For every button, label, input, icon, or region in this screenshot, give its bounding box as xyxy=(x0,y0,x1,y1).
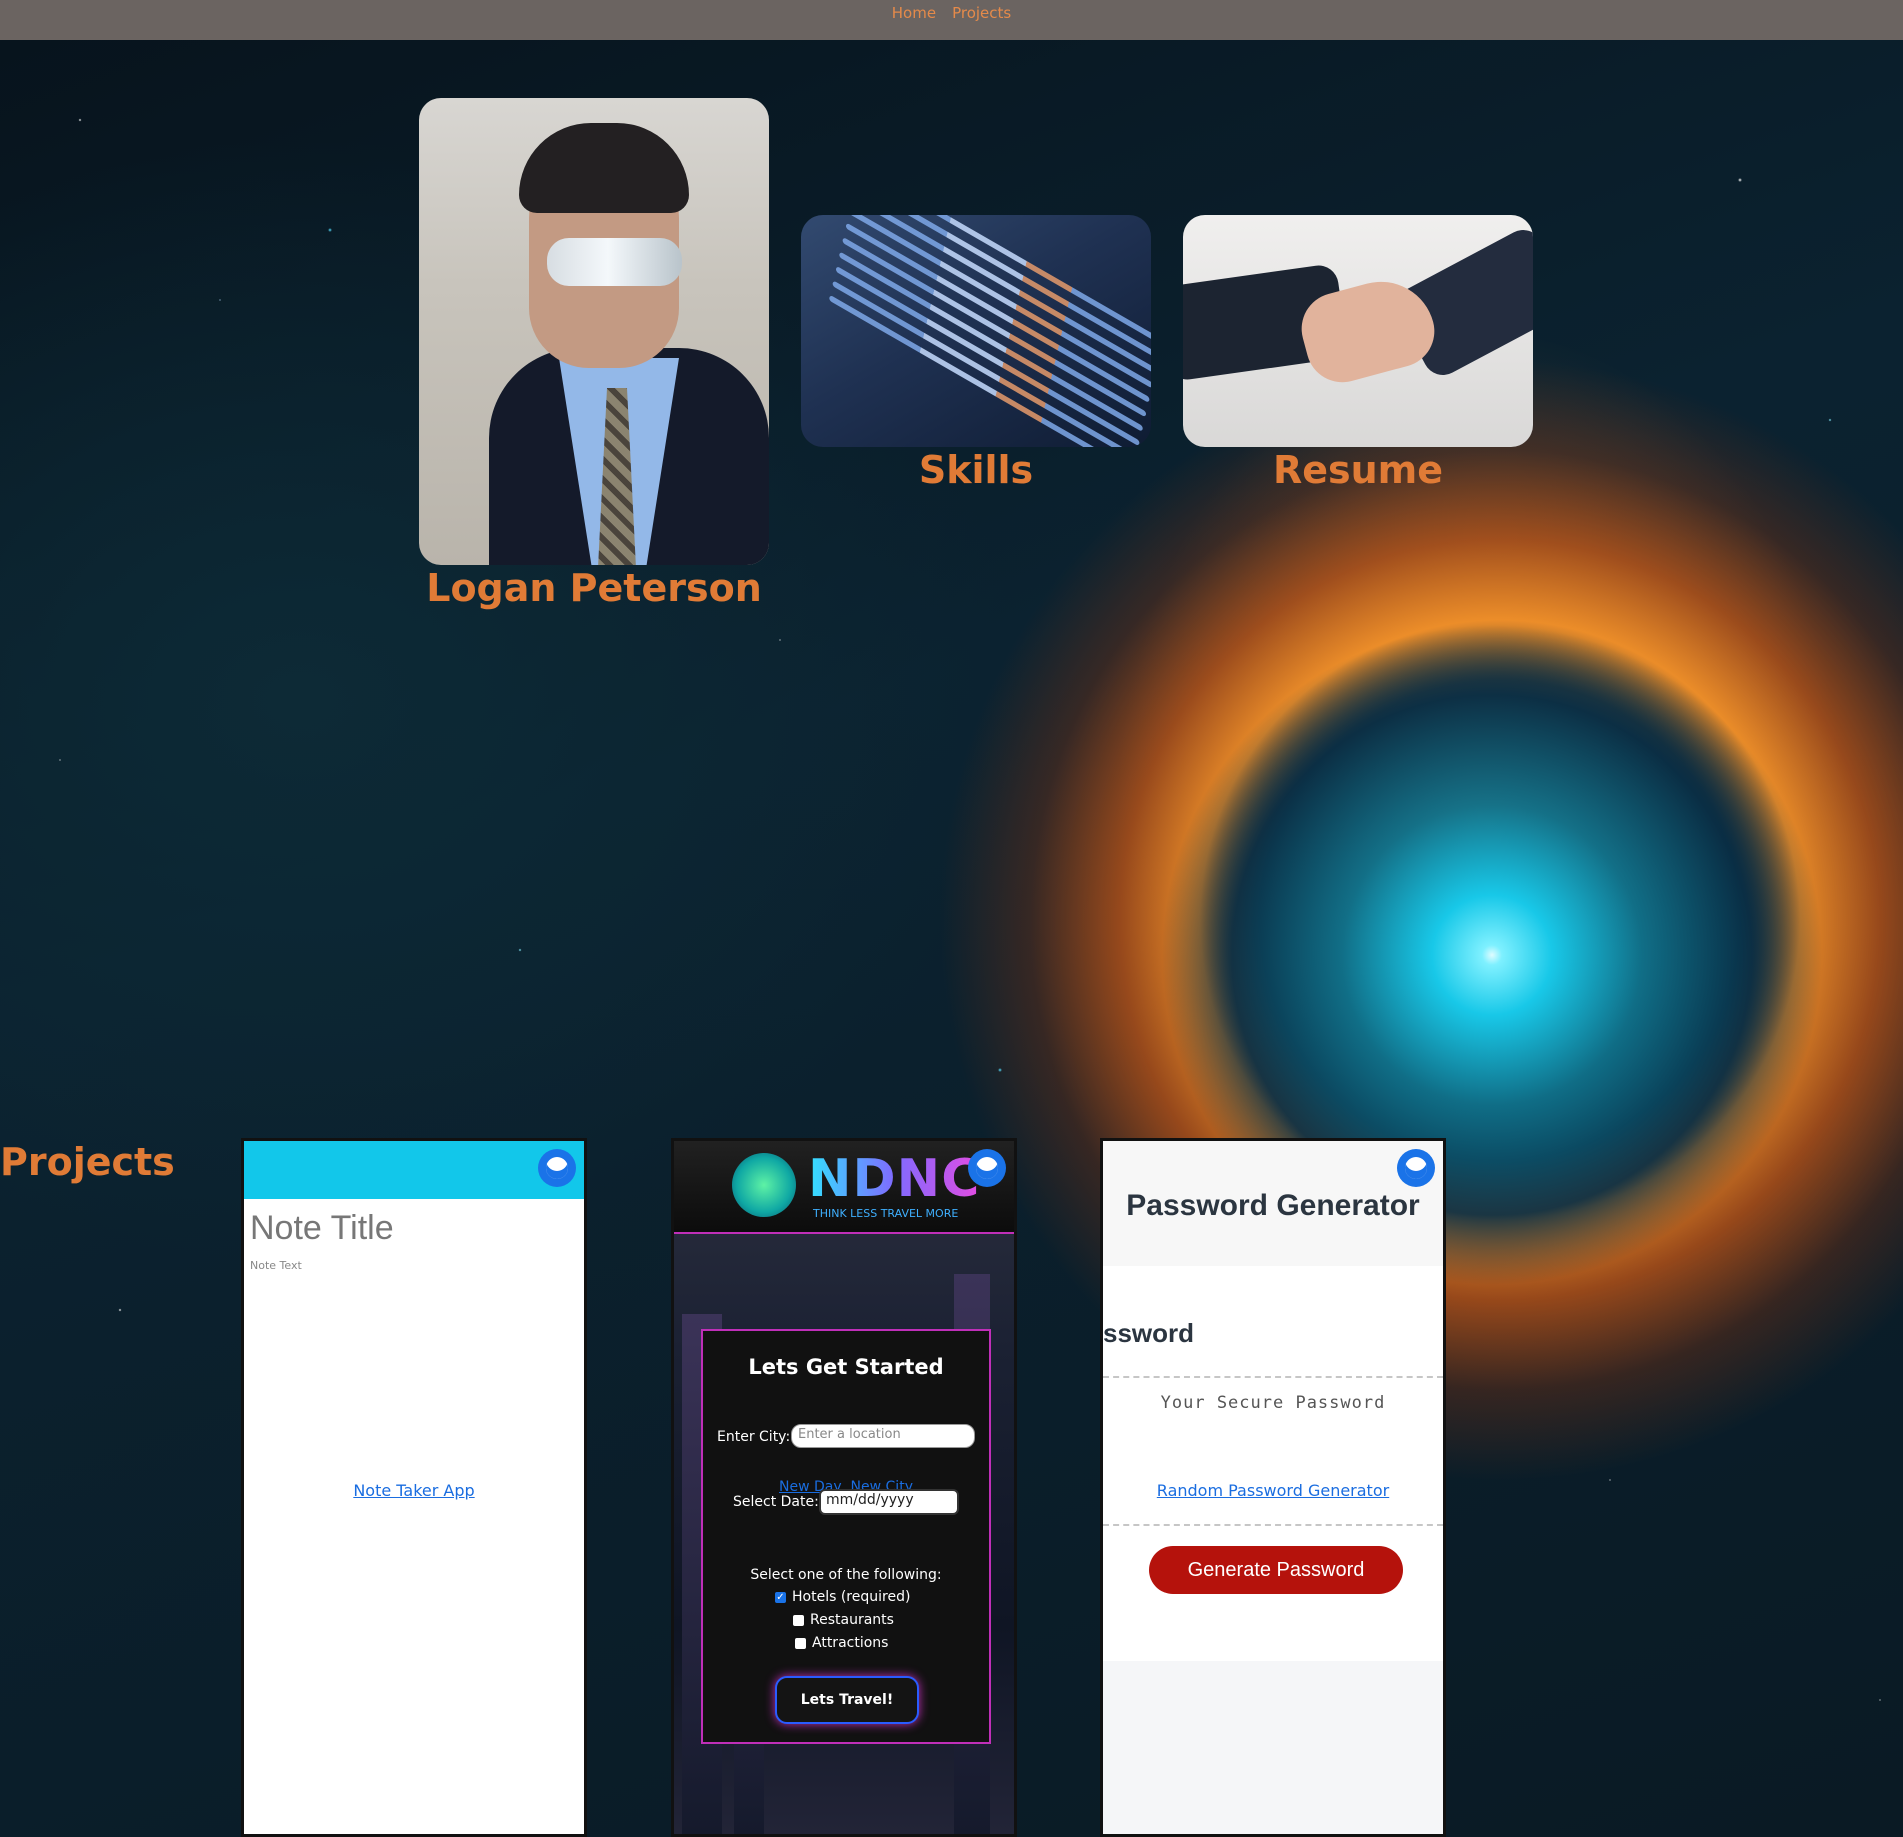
lets-travel-button[interactable]: Lets Travel! xyxy=(775,1676,919,1724)
panel-title: Lets Get Started xyxy=(748,1355,944,1379)
ndnc-header: NDNC THINK LESS TRAVEL MORE xyxy=(674,1141,1014,1234)
checkbox[interactable] xyxy=(795,1637,806,1649)
note-text: Note Text xyxy=(250,1259,302,1272)
checkbox[interactable] xyxy=(793,1614,804,1626)
project-card-note-taker[interactable]: Note Title Note Text Note Taker App xyxy=(241,1138,587,1837)
github-icon[interactable] xyxy=(538,1149,576,1187)
date-label: Select Date: xyxy=(733,1494,819,1510)
generate-password-button[interactable]: Generate Password xyxy=(1149,1546,1403,1594)
date-input[interactable]: mm/dd/yyyy xyxy=(819,1489,959,1515)
note-title: Note Title xyxy=(250,1209,394,1247)
skills-label[interactable]: Skills xyxy=(801,448,1151,492)
top-navigation: Home Projects xyxy=(0,0,1903,40)
password-generator-title: Password Generator xyxy=(1126,1189,1420,1222)
project-card-password-generator[interactable]: Password Generator ssword Your Secure Pa… xyxy=(1100,1138,1446,1837)
password-box: ssword xyxy=(1103,1266,1443,1661)
select-label: Select one of the following: xyxy=(750,1567,942,1583)
profile-photo[interactable] xyxy=(419,98,769,565)
skills-image[interactable] xyxy=(801,215,1151,447)
resume-label[interactable]: Resume xyxy=(1183,448,1533,492)
city-label: Enter City: xyxy=(717,1429,791,1445)
partial-heading: ssword xyxy=(1103,1318,1195,1348)
nav-projects-link[interactable]: Projects xyxy=(952,4,1011,22)
resume-image[interactable] xyxy=(1183,215,1533,447)
option-attractions[interactable]: Attractions xyxy=(795,1635,888,1651)
projects-heading: Projects xyxy=(0,1140,175,1184)
note-taker-link[interactable]: Note Taker App xyxy=(244,1481,584,1500)
project-card-ndnc[interactable]: NDNC THINK LESS TRAVEL MORE Lets Get Sta… xyxy=(671,1138,1017,1837)
ndnc-tagline: THINK LESS TRAVEL MORE xyxy=(813,1207,959,1220)
globe-icon xyxy=(732,1153,796,1217)
nav-home-link[interactable]: Home xyxy=(892,4,936,22)
profile-name: Logan Peterson xyxy=(426,566,762,610)
option-restaurants[interactable]: Restaurants xyxy=(793,1612,894,1628)
checkbox-checked[interactable]: ✓ xyxy=(775,1591,786,1603)
option-hotels[interactable]: ✓ Hotels (required) xyxy=(775,1589,910,1605)
github-icon[interactable] xyxy=(1397,1149,1435,1187)
ndnc-logo: NDNC xyxy=(808,1149,981,1209)
trip-form-panel: Lets Get Started Enter City: Enter a loc… xyxy=(701,1329,991,1744)
password-generator-link[interactable]: Random Password Generator xyxy=(1103,1481,1443,1500)
github-icon[interactable] xyxy=(968,1149,1006,1187)
city-input[interactable]: Enter a location xyxy=(791,1424,975,1448)
password-output[interactable]: Your Secure Password xyxy=(1103,1393,1443,1413)
note-header-bar xyxy=(244,1141,584,1199)
